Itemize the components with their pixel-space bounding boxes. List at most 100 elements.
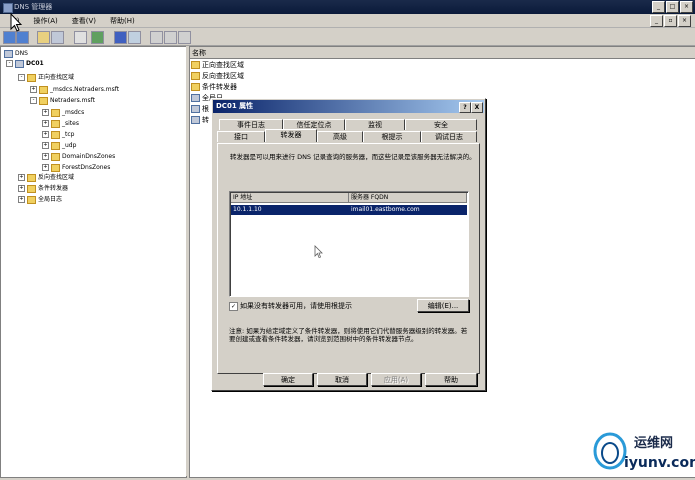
tab-interfaces[interactable]: 接口 — [217, 131, 265, 142]
expand-toggle[interactable]: + — [18, 185, 25, 192]
list-item[interactable]: 正向查找区域 — [191, 60, 244, 70]
record-icon — [191, 116, 200, 124]
dialog-close-button[interactable]: X — [471, 102, 483, 113]
tab-advanced[interactable]: 高级 — [317, 131, 363, 142]
collapse-toggle[interactable]: - — [30, 97, 37, 104]
expand-toggle[interactable]: + — [42, 120, 49, 127]
tree-item-label: DomainDnsZones — [62, 153, 116, 160]
menu-action[interactable]: 操作(A) — [32, 16, 60, 26]
properties-icon[interactable] — [128, 31, 141, 44]
expand-toggle[interactable]: + — [30, 86, 37, 93]
folder-icon — [39, 85, 48, 94]
mouse-cursor-icon — [314, 245, 323, 259]
ok-button[interactable]: 确定 — [263, 373, 313, 386]
update-icon[interactable] — [178, 31, 191, 44]
tree-item-label: 条件转发器 — [38, 185, 69, 192]
expand-toggle[interactable]: + — [18, 174, 25, 181]
cancel-button[interactable]: 取消 — [317, 373, 367, 386]
dns-icon — [4, 49, 13, 58]
apply-button[interactable]: 应用(A) — [371, 373, 421, 386]
menu-view[interactable]: 查看(V) — [70, 16, 98, 26]
tree-item[interactable]: + DomainDnsZones — [42, 152, 115, 161]
mdi-restore-button[interactable]: ▫ — [664, 15, 677, 27]
tab-security[interactable]: 安全 — [405, 119, 477, 130]
tree-item[interactable]: - 正向查找区域 — [18, 73, 74, 82]
list-item[interactable]: 条件转发器 — [191, 82, 237, 92]
tree-server-dc01[interactable]: - DC01 — [6, 59, 44, 68]
tree-item[interactable]: + 条件转发器 — [18, 184, 68, 193]
dialog-titlebar[interactable]: DC01 属性 ? X — [213, 100, 484, 113]
folder-icon — [191, 61, 200, 69]
tree-item-label: _sites — [62, 120, 79, 127]
column-server-fqdn[interactable]: 服务器 FQDN — [349, 193, 467, 203]
dialog-help-button[interactable]: ? — [459, 102, 471, 113]
tree-item-label: _udp — [62, 142, 77, 149]
expand-toggle[interactable]: + — [42, 131, 49, 138]
folder-icon — [27, 73, 36, 82]
window-titlebar: DNS 管理器 _ □ × — [0, 0, 695, 14]
tree-item-label: _tcp — [62, 131, 75, 138]
expand-toggle[interactable]: + — [42, 142, 49, 149]
list-item[interactable]: 转 — [191, 115, 209, 125]
help-button[interactable]: 帮助 — [425, 373, 477, 386]
folder-icon — [191, 83, 200, 91]
export-list-icon[interactable] — [74, 31, 87, 44]
collapse-toggle[interactable]: - — [18, 74, 25, 81]
minimize-button[interactable]: _ — [652, 1, 665, 13]
tab-debug-logging[interactable]: 调试日志 — [421, 131, 477, 142]
help-icon[interactable] — [114, 31, 127, 44]
conditional-forwarder-note: 注意: 如果为给定域定义了条件转发器，则将使用它们代替服务器级别的转发器。若要创… — [229, 327, 468, 343]
forwarders-list[interactable]: IP 地址 服务器 FQDN 10.1.1.10 imail01.eastbom… — [229, 191, 469, 297]
up-icon[interactable] — [37, 31, 50, 44]
column-ip-address[interactable]: IP 地址 — [231, 193, 349, 203]
tree-root-dns[interactable]: DNS — [4, 49, 28, 58]
tree-item[interactable]: + ForestDnsZones — [42, 163, 110, 172]
tree-item[interactable]: + 反向查找区域 — [18, 173, 74, 182]
filter-icon[interactable] — [150, 31, 163, 44]
tree-item[interactable]: + _sites — [42, 119, 79, 128]
forwarder-ip: 10.1.1.10 — [233, 206, 262, 213]
tree-item-label: ForestDnsZones — [62, 164, 111, 171]
list-item[interactable]: 根 — [191, 104, 209, 114]
edit-button[interactable]: 编辑(E)... — [417, 299, 469, 312]
folder-icon — [51, 108, 60, 117]
folder-icon — [51, 141, 60, 150]
toolbar — [0, 28, 695, 46]
close-button[interactable]: × — [680, 1, 693, 13]
refresh-icon[interactable] — [91, 31, 104, 44]
folder-icon — [51, 152, 60, 161]
expand-toggle[interactable]: + — [42, 153, 49, 160]
column-header-name[interactable]: 名称 — [190, 47, 695, 59]
mdi-minimize-button[interactable]: _ — [650, 15, 663, 27]
forwarder-fqdn: imail01.eastbome.com — [351, 206, 420, 213]
record-icon — [191, 105, 200, 113]
folder-icon — [27, 184, 36, 193]
tab-monitoring[interactable]: 监视 — [345, 119, 405, 130]
forwarders-description: 转发器是可以用来进行 DNS 记录查询的服务器，而这些记录是该服务器无法解决的。 — [230, 153, 476, 161]
tree-item[interactable]: - Netraders.msft — [30, 96, 95, 105]
collapse-toggle[interactable]: - — [6, 60, 13, 67]
folder-icon — [51, 130, 60, 139]
dns-app-icon — [3, 3, 13, 13]
use-root-hints-checkbox[interactable]: ✓ — [229, 302, 238, 311]
tree-item[interactable]: + _msdcs.Netraders.msft — [30, 85, 119, 94]
tree-item[interactable]: + _msdcs — [42, 108, 84, 117]
tab-root-hints[interactable]: 根提示 — [363, 131, 421, 142]
folder-icon — [51, 163, 60, 172]
maximize-button[interactable]: □ — [666, 1, 679, 13]
menu-help[interactable]: 帮助(H) — [108, 16, 137, 26]
show-hide-tree-icon[interactable] — [51, 31, 64, 44]
window-title: DNS 管理器 — [14, 3, 53, 11]
forwarder-row[interactable]: 10.1.1.10 imail01.eastbome.com — [231, 205, 467, 215]
list-item[interactable]: 反向查找区域 — [191, 71, 244, 81]
tree-item[interactable]: + 全局日志 — [18, 195, 62, 204]
expand-toggle[interactable]: + — [18, 196, 25, 203]
tab-forwarders[interactable]: 转发器 — [265, 129, 317, 142]
mdi-close-button[interactable]: × — [678, 15, 691, 27]
expand-toggle[interactable]: + — [42, 164, 49, 171]
folder-icon — [191, 72, 200, 80]
records-icon[interactable] — [164, 31, 177, 44]
tree-item[interactable]: + _tcp — [42, 130, 74, 139]
tree-item[interactable]: + _udp — [42, 141, 76, 150]
expand-toggle[interactable]: + — [42, 109, 49, 116]
